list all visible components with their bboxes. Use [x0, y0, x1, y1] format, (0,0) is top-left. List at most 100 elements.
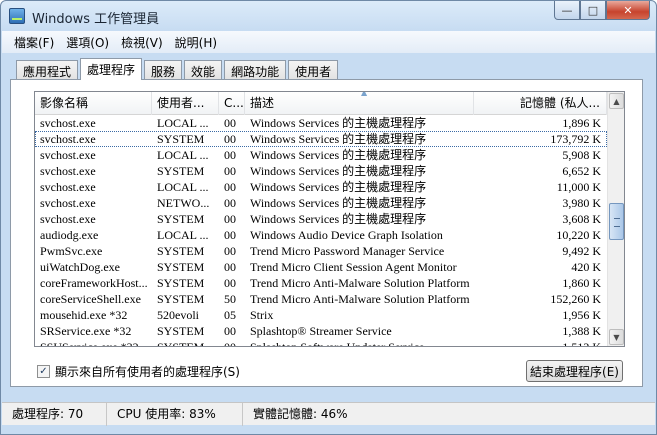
row-description: Splashtop Software Updater Service — [250, 340, 425, 347]
tab-performance[interactable]: 效能 — [184, 60, 223, 80]
table-row[interactable]: svchost.exe LOCAL ... 00 Windows Services 的… — [35, 115, 607, 131]
table-row[interactable]: svchost.exe NETWO... 00 Windows Services 的主… — [35, 195, 607, 211]
tab-users[interactable]: 使用者 — [288, 60, 339, 80]
status-bar: 處理程序: 70 CPU 使用率: 83% 實體記憶體: 46% — [2, 402, 655, 426]
row-cpu: 05 — [224, 308, 236, 322]
show-all-users-checkbox[interactable]: ✓ — [37, 365, 50, 378]
row-user: SYSTEM — [157, 324, 205, 338]
row-user: SYSTEM — [157, 164, 205, 178]
vertical-scrollbar[interactable]: ▲ ▼ — [607, 92, 624, 346]
minimize-button[interactable]: — — [554, 1, 580, 20]
row-description: Windows Services 的主機處理程序 — [250, 116, 427, 130]
menu-options[interactable]: 選項(O) — [60, 34, 115, 51]
row-image-name: coreServiceShell.exe — [40, 292, 141, 306]
maximize-button[interactable]: □ — [580, 1, 606, 20]
row-image-name: PwmSvc.exe — [40, 244, 103, 258]
row-description: Windows Audio Device Graph Isolation — [250, 228, 443, 242]
row-cpu: 00 — [224, 164, 236, 178]
table-row[interactable]: PwmSvc.exe SYSTEM 00 Trend Micro Password M… — [35, 243, 607, 259]
tab-strip: 應用程式 處理程序 服務 效能 網路功能 使用者 — [16, 58, 340, 80]
row-memory: 1,860 K — [562, 276, 601, 290]
row-description: Windows Services 的主機處理程序 — [250, 180, 427, 194]
table-row[interactable]: SSUService.exe *32 SYSTEM 00 Splashtop Soft… — [35, 339, 607, 347]
table-row[interactable]: audiodg.exe LOCAL ... 00 Windows Audio Devi… — [35, 227, 607, 243]
column-user[interactable]: 使用者... — [152, 92, 219, 115]
row-image-name: svchost.exe — [40, 116, 96, 130]
sort-ascending-icon: ▲ — [361, 91, 368, 97]
row-description: Windows Services 的主機處理程序 — [250, 132, 427, 146]
row-memory: 3,980 K — [562, 196, 601, 210]
close-button[interactable]: ✕ — [606, 1, 650, 20]
tab-services[interactable]: 服務 — [144, 60, 183, 80]
table-row[interactable]: svchost.exe SYSTEM 00 Windows Services 的主機處… — [35, 131, 607, 147]
window-title: Windows 工作管理員 — [32, 12, 160, 27]
row-user: SYSTEM — [157, 132, 205, 146]
row-memory: 6,652 K — [562, 164, 601, 178]
row-cpu: 00 — [224, 340, 236, 347]
row-description: Windows Services 的主機處理程序 — [250, 164, 427, 178]
row-cpu: 00 — [224, 196, 236, 210]
menu-help[interactable]: 說明(H) — [169, 34, 223, 51]
table-row[interactable]: mousehid.exe *32 520evoli 05 Strix 1,956 K — [35, 307, 607, 323]
row-cpu: 00 — [224, 132, 236, 146]
row-description: Strix — [250, 308, 274, 322]
row-user: 520evoli — [157, 308, 199, 322]
row-user: SYSTEM — [157, 340, 205, 347]
table-row[interactable]: SRService.exe *32 SYSTEM 00 Splashtop® Stre… — [35, 323, 607, 339]
tab-networking[interactable]: 網路功能 — [224, 60, 287, 80]
row-cpu: 50 — [224, 292, 236, 306]
row-description: Trend Micro Password Manager Service — [250, 244, 445, 258]
row-memory: 5,908 K — [562, 148, 601, 162]
row-image-name: svchost.exe — [40, 212, 96, 226]
scroll-up-icon[interactable]: ▲ — [609, 93, 624, 109]
title-bar[interactable]: Windows 工作管理員 — □ ✕ — [1, 1, 656, 31]
menu-bar: 檔案(F) 選項(O) 檢視(V) 說明(H) — [2, 31, 655, 53]
processes-panel: 影像名稱 使用者... C... 描述 記憶體 (私人... ▲ svchost… — [10, 79, 643, 387]
row-image-name: svchost.exe — [40, 164, 96, 178]
column-description[interactable]: 描述 — [245, 92, 474, 115]
row-image-name: SSUService.exe *32 — [40, 340, 139, 347]
status-cpu-usage: CPU 使用率: 83% — [107, 402, 243, 426]
scroll-thumb[interactable] — [609, 203, 624, 240]
row-memory: 420 K — [571, 260, 601, 274]
column-memory[interactable]: 記憶體 (私人... — [474, 92, 607, 115]
task-manager-window: Windows 工作管理員 — □ ✕ 檔案(F) 選項(O) 檢視(V) 說明… — [0, 0, 657, 435]
row-cpu: 00 — [224, 148, 236, 162]
table-row[interactable]: svchost.exe SYSTEM 00 Windows Services 的主機處… — [35, 163, 607, 179]
menu-file[interactable]: 檔案(F) — [8, 34, 60, 51]
table-row[interactable]: uiWatchDog.exe SYSTEM 00 Trend Micro Client… — [35, 259, 607, 275]
table-row[interactable]: svchost.exe SYSTEM 00 Windows Services 的主機處… — [35, 211, 607, 227]
show-all-users-label[interactable]: 顯示來自所有使用者的處理程序(S) — [55, 363, 240, 380]
show-all-users-option[interactable]: ✓ 顯示來自所有使用者的處理程序(S) — [37, 363, 240, 380]
tab-applications[interactable]: 應用程式 — [16, 60, 79, 80]
column-cpu[interactable]: C... — [219, 92, 245, 115]
row-description: Windows Services 的主機處理程序 — [250, 212, 427, 226]
status-memory-usage: 實體記憶體: 46% — [253, 406, 348, 421]
row-image-name: audiodg.exe — [40, 228, 99, 242]
row-cpu: 00 — [224, 260, 236, 274]
row-cpu: 00 — [224, 324, 236, 338]
row-image-name: SRService.exe *32 — [40, 324, 132, 338]
row-memory: 1,956 K — [562, 308, 601, 322]
process-list[interactable]: 影像名稱 使用者... C... 描述 記憶體 (私人... ▲ svchost… — [34, 91, 625, 347]
scroll-down-icon[interactable]: ▼ — [609, 329, 624, 345]
row-image-name: svchost.exe — [40, 148, 96, 162]
row-user: SYSTEM — [157, 292, 205, 306]
row-user: LOCAL ... — [157, 116, 209, 130]
row-user: SYSTEM — [157, 244, 205, 258]
row-memory: 10,220 K — [556, 228, 601, 242]
end-process-button[interactable]: 結束處理程序(E) — [526, 360, 623, 382]
column-image-name[interactable]: 影像名稱 — [35, 92, 152, 115]
row-image-name: svchost.exe — [40, 180, 96, 194]
tab-processes[interactable]: 處理程序 — [80, 58, 143, 80]
menu-view[interactable]: 檢視(V) — [115, 34, 169, 51]
table-row[interactable]: coreServiceShell.exe SYSTEM 50 Trend Micro … — [35, 291, 607, 307]
table-row[interactable]: svchost.exe LOCAL ... 00 Windows Services 的… — [35, 179, 607, 195]
row-cpu: 00 — [224, 228, 236, 242]
window-controls: — □ ✕ — [554, 1, 650, 20]
table-row[interactable]: svchost.exe LOCAL ... 00 Windows Services 的… — [35, 147, 607, 163]
row-memory: 9,492 K — [562, 244, 601, 258]
table-row[interactable]: coreFrameworkHost... SYSTEM 00 Trend Micro … — [35, 275, 607, 291]
row-user: LOCAL ... — [157, 148, 209, 162]
row-memory: 1,896 K — [562, 116, 601, 130]
